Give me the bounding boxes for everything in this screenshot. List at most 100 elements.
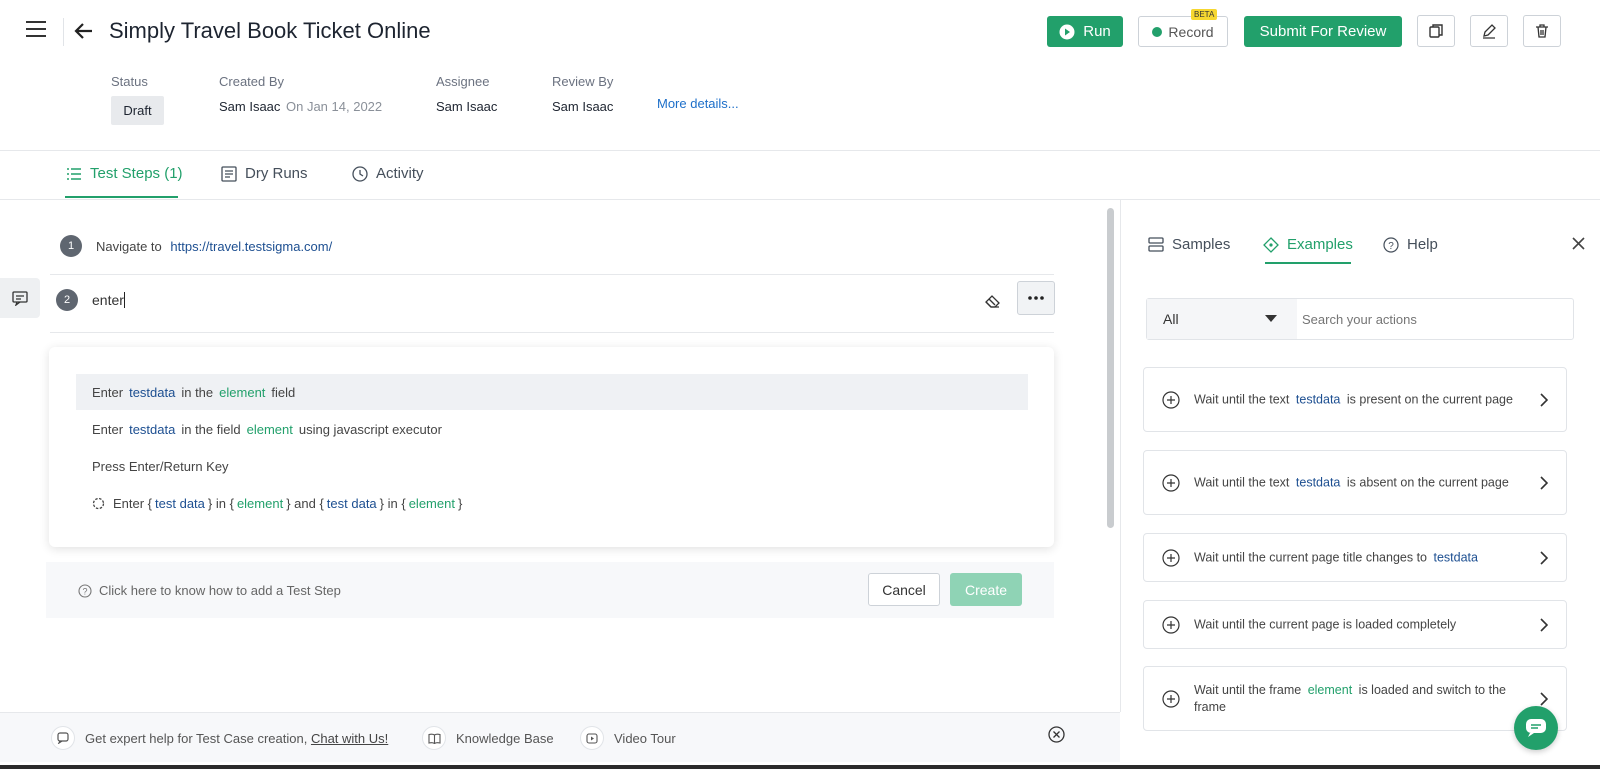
example-card-frame-loaded[interactable]: Wait until the frame element is loaded a…	[1143, 666, 1567, 731]
samples-icon	[1148, 237, 1164, 252]
header-divider	[63, 18, 64, 46]
chevron-right-icon	[1540, 691, 1548, 706]
close-footer-icon[interactable]	[1048, 726, 1065, 748]
edit-button[interactable]	[1470, 15, 1508, 47]
example-card-title-changes[interactable]: Wait until the current page title change…	[1143, 533, 1567, 582]
eraser-icon[interactable]	[985, 295, 1001, 314]
active-tab-underline	[65, 196, 178, 198]
more-details-link[interactable]: More details...	[657, 96, 739, 111]
example-card-text-absent[interactable]: Wait until the text testdata is absent o…	[1143, 450, 1567, 515]
list-icon	[67, 167, 81, 180]
step-1-url[interactable]: https://travel.testsigma.com/	[170, 239, 332, 254]
trash-icon	[1536, 24, 1548, 38]
knowledge-base-link[interactable]: Knowledge Base	[422, 726, 554, 750]
chevron-right-icon	[1540, 392, 1548, 407]
add-circle-icon	[1162, 689, 1180, 708]
record-button[interactable]: Record	[1138, 16, 1228, 47]
examples-tab-underline	[1265, 262, 1351, 264]
step-comment-button[interactable]	[0, 278, 40, 318]
assignee-label: Assignee	[436, 74, 490, 89]
tab-help-label: Help	[1407, 236, 1438, 253]
tab-activity[interactable]: Activity	[352, 165, 424, 182]
header-separator	[0, 150, 1600, 151]
step-2-number: 2	[56, 289, 78, 311]
comment-icon	[12, 290, 28, 306]
suggestion-item-enter-field[interactable]: Enter testdata in the element field	[76, 374, 1028, 410]
clone-button[interactable]	[1417, 15, 1455, 47]
svg-text:?: ?	[82, 586, 87, 596]
menu-icon[interactable]	[26, 20, 48, 38]
review-by-label: Review By	[552, 74, 614, 89]
cancel-button[interactable]: Cancel	[868, 573, 940, 606]
editor-scrollbar[interactable]	[1107, 208, 1114, 528]
chat-with-us-link[interactable]: Chat with Us!	[311, 731, 388, 746]
beta-badge: BETA	[1191, 9, 1218, 20]
assignee-value: Sam Isaac	[436, 99, 498, 114]
add-step-help-link[interactable]: ? Click here to know how to add a Test S…	[78, 583, 341, 598]
example-card-page-loaded[interactable]: Wait until the current page is loaded co…	[1143, 600, 1567, 649]
caret-down-icon	[1265, 315, 1277, 322]
clock-icon	[352, 165, 368, 182]
tab-samples-label: Samples	[1172, 236, 1231, 253]
step-1-text: Navigate to https://travel.testsigma.com…	[96, 239, 332, 254]
created-on-date: On Jan 14, 2022	[286, 99, 383, 114]
ellipsis-icon	[1028, 296, 1044, 300]
examples-icon	[1263, 236, 1279, 253]
created-by-label: Created By	[219, 74, 285, 89]
suggestion-item-enter-js[interactable]: Enter testdata in the field element usin…	[76, 411, 1028, 447]
step-more-options-button[interactable]	[1017, 281, 1055, 315]
create-button[interactable]: Create	[950, 573, 1022, 606]
delete-button[interactable]	[1523, 15, 1561, 47]
tab-test-steps-label: Test Steps (1)	[90, 165, 183, 182]
tab-examples[interactable]: Examples	[1263, 236, 1353, 253]
chevron-right-icon	[1540, 475, 1548, 490]
tab-test-steps[interactable]: Test Steps (1)	[66, 165, 183, 182]
close-panel-icon[interactable]	[1571, 236, 1586, 256]
video-tour-label: Video Tour	[614, 730, 676, 746]
run-button[interactable]: Run	[1047, 16, 1123, 47]
step-1-action: Navigate to	[96, 239, 162, 254]
add-circle-icon	[1162, 548, 1180, 567]
add-circle-icon	[1162, 615, 1180, 634]
chat-icon	[51, 726, 75, 750]
add-circle-icon	[1162, 473, 1180, 492]
video-icon	[580, 726, 604, 750]
svg-text:?: ?	[1388, 241, 1394, 252]
tab-help[interactable]: ? Help	[1383, 236, 1438, 253]
bottom-edge	[0, 765, 1600, 769]
suggestion-item-press-enter[interactable]: Press Enter/Return Key	[76, 448, 1028, 484]
help-circle-icon: ?	[78, 583, 92, 598]
example-card-text-present[interactable]: Wait until the text testdata is present …	[1143, 367, 1567, 432]
page-title: Simply Travel Book Ticket Online	[109, 18, 431, 43]
expert-help: Get expert help for Test Case creation, …	[51, 726, 388, 750]
knowledge-base-label: Knowledge Base	[456, 730, 554, 746]
video-tour-link[interactable]: Video Tour	[580, 726, 676, 750]
tab-dry-runs[interactable]: Dry Runs	[221, 165, 308, 182]
chevron-right-icon	[1540, 550, 1548, 565]
help-icon: ?	[1383, 236, 1399, 253]
status-label: Status	[111, 74, 148, 89]
tabs-separator	[0, 199, 1600, 200]
suggestion-item-enter-twice[interactable]: Enter { test data } in { element } and {…	[76, 485, 1028, 521]
step-2-input[interactable]: enter	[92, 292, 125, 308]
record-dot-icon	[1152, 26, 1163, 37]
action-category-select[interactable]: All	[1147, 299, 1297, 339]
step-divider-2	[50, 332, 1054, 333]
tab-examples-label: Examples	[1287, 236, 1353, 253]
step-2-input-value: enter	[92, 292, 124, 308]
back-arrow-icon[interactable]	[74, 22, 94, 45]
action-search-input[interactable]	[1302, 303, 1562, 335]
action-category-value: All	[1163, 311, 1179, 327]
submit-for-review-button[interactable]: Submit For Review	[1244, 16, 1402, 47]
tab-samples[interactable]: Samples	[1148, 236, 1230, 253]
step-1-number: 1	[60, 235, 82, 257]
tab-activity-label: Activity	[376, 165, 424, 182]
created-by-name: Sam Isaac	[219, 99, 281, 114]
add-circle-icon	[1162, 390, 1180, 409]
pencil-icon	[1483, 24, 1496, 39]
status-badge: Draft	[111, 96, 164, 125]
copy-icon	[1429, 24, 1443, 38]
chat-widget-button[interactable]	[1514, 706, 1558, 750]
play-icon	[1059, 24, 1075, 39]
panel-separator	[1120, 200, 1121, 712]
